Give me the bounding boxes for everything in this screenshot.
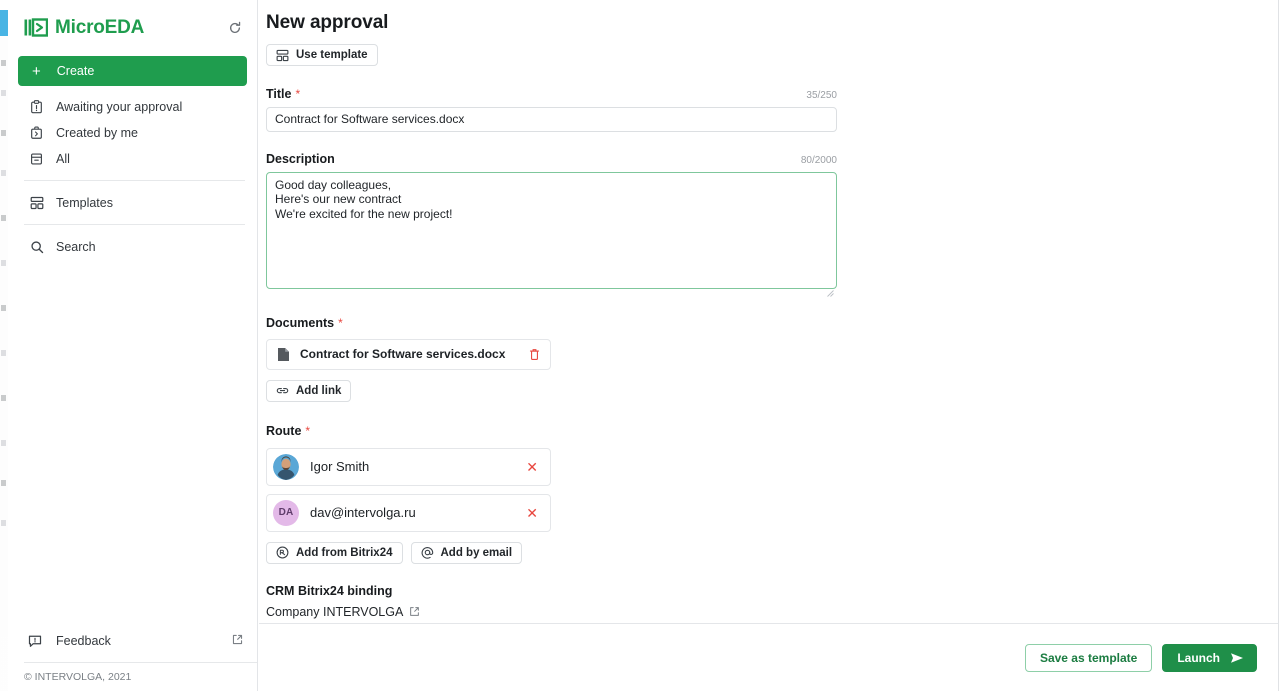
route-section: Route * Igor Smith ✕ DA dav@intervolga.r… <box>266 422 1254 564</box>
route-actions: Add from Bitrix24 Add by email <box>266 541 1254 564</box>
archive-icon <box>28 152 45 166</box>
refresh-icon[interactable] <box>225 18 245 38</box>
add-by-email-button[interactable]: Add by email <box>410 541 523 564</box>
use-template-button[interactable]: Use template <box>266 44 378 66</box>
briefcase-icon <box>28 126 45 140</box>
sidebar-item-all[interactable]: All <box>8 146 257 171</box>
close-icon[interactable]: ✕ <box>526 460 538 474</box>
documents-label: Documents <box>266 315 335 330</box>
close-icon[interactable]: ✕ <box>526 506 538 520</box>
sidebar-item-label: Created by me <box>56 125 138 140</box>
title-counter: 35/250 <box>806 89 837 101</box>
required-marker: * <box>305 423 311 438</box>
feedback-chat-icon <box>28 634 45 648</box>
page-title: New approval <box>266 12 389 33</box>
clipboard-alert-icon <box>28 99 45 114</box>
templates-grid-icon <box>28 196 45 210</box>
create-button-label: Create <box>56 64 95 78</box>
send-icon <box>1230 652 1244 664</box>
description-wrapper: Good day colleagues, Here's our new cont… <box>266 166 837 297</box>
brand-name: MicroEDA <box>55 17 145 38</box>
launch-button[interactable]: Launch <box>1162 643 1257 672</box>
microeda-logo-icon <box>24 17 48 39</box>
title-field-header: Title * 35/250 <box>266 87 837 101</box>
feedback-button[interactable]: Feedback <box>8 626 257 656</box>
create-button[interactable]: + Create <box>18 56 247 86</box>
add-from-bitrix24-label: Add from Bitrix24 <box>296 546 393 559</box>
description-field-header: Description 80/2000 <box>266 152 837 166</box>
crm-title: CRM Bitrix24 binding <box>266 583 393 598</box>
route-participant-row[interactable]: Igor Smith ✕ <box>266 447 551 486</box>
sidebar-item-awaiting-your-approval[interactable]: Awaiting your approval <box>8 94 257 119</box>
sidebar-divider <box>24 224 245 225</box>
save-as-template-label: Save as template <box>1039 650 1138 665</box>
title-label: Title <box>266 86 292 101</box>
external-link-icon <box>232 634 243 648</box>
crm-entity: Company INTERVOLGA <box>266 604 404 619</box>
sidebar-item-templates[interactable]: Templates <box>8 190 257 215</box>
launch-label: Launch <box>1177 650 1220 665</box>
sidebar-item-label: Search <box>56 239 96 254</box>
brand-row: MicroEDA <box>8 0 257 56</box>
description-textarea[interactable]: Good day colleagues, Here's our new cont… <box>266 171 837 289</box>
bitrix24-icon <box>276 546 289 559</box>
required-marker: * <box>338 315 343 330</box>
sidebar-divider <box>24 180 245 181</box>
document-row[interactable]: Contract for Software services.docx <box>266 338 551 370</box>
search-icon <box>28 240 45 254</box>
documents-header: Documents * <box>266 314 1254 332</box>
background-page-sliver <box>0 0 8 691</box>
add-from-bitrix24-button[interactable]: Add from Bitrix24 <box>266 541 403 564</box>
participant-name: Igor Smith <box>310 459 370 474</box>
documents-actions: Add link <box>266 379 1254 402</box>
link-icon <box>276 385 289 396</box>
plus-icon: + <box>32 62 41 80</box>
route-header: Route * <box>266 422 1254 440</box>
use-template-label: Use template <box>296 49 368 61</box>
title-input[interactable] <box>266 106 837 132</box>
at-sign-icon <box>421 546 434 559</box>
sidebar-item-label: All <box>56 151 70 166</box>
form-content: New approval Use template Title * 35/250 <box>259 0 1278 651</box>
document-name: Contract for Software services.docx <box>300 347 506 361</box>
avatar: DA <box>273 499 299 526</box>
templates-grid-icon <box>276 49 289 62</box>
add-link-label: Add link <box>296 384 342 397</box>
sidebar-item-label: Templates <box>56 195 113 210</box>
sidebar-nav: Awaiting your approval Created by me All… <box>8 94 257 259</box>
sidebar-item-label: Awaiting your approval <box>56 99 183 114</box>
main-content: New approval Use template Title * 35/250 <box>259 0 1279 691</box>
participant-name: dav@intervolga.ru <box>310 505 416 520</box>
route-label: Route <box>266 423 302 438</box>
sidebar-item-search[interactable]: Search <box>8 234 257 259</box>
route-participant-row[interactable]: DA dav@intervolga.ru ✕ <box>266 493 551 532</box>
sidebar-item-created-by-me[interactable]: Created by me <box>8 120 257 145</box>
required-marker: * <box>295 86 301 101</box>
description-label: Description <box>266 151 335 166</box>
add-by-email-label: Add by email <box>440 546 513 559</box>
feedback-label: Feedback <box>56 634 111 648</box>
description-counter: 80/2000 <box>800 154 837 166</box>
save-as-template-button[interactable]: Save as template <box>1024 643 1153 672</box>
copyright-text: © INTERVOLGA, 2021 <box>24 671 132 683</box>
form-footer: Save as template Launch <box>259 623 1278 691</box>
avatar <box>273 453 299 480</box>
trash-icon[interactable] <box>529 348 540 361</box>
app-root: MicroEDA + Create Awaiting your approval… <box>0 0 1280 691</box>
add-link-button[interactable]: Add link <box>266 379 352 402</box>
crm-entity-line: Company INTERVOLGA <box>266 605 1254 619</box>
document-icon <box>277 347 290 362</box>
sidebar: MicroEDA + Create Awaiting your approval… <box>8 0 258 691</box>
documents-section: Documents * Contract for Software service… <box>266 314 1254 402</box>
external-link-icon[interactable] <box>409 606 420 617</box>
